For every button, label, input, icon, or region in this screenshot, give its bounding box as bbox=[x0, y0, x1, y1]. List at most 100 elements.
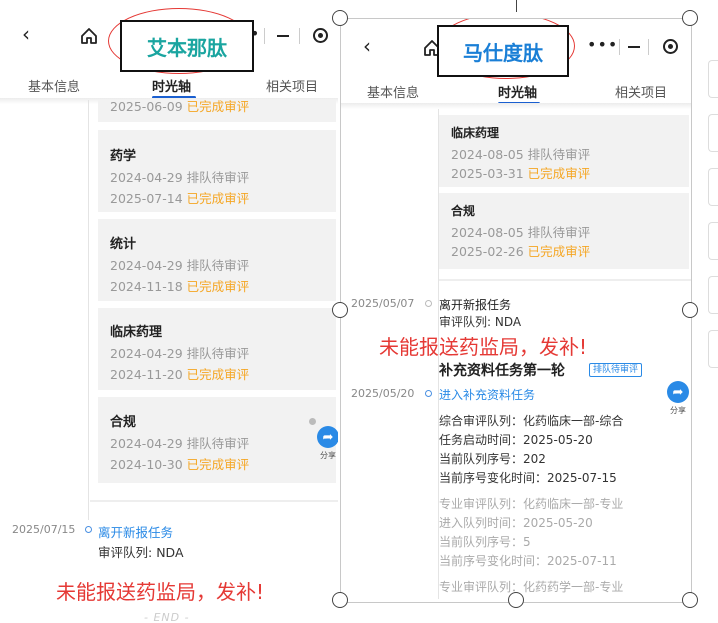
card-line: 2024-11-20 已完成审评 bbox=[110, 364, 249, 383]
tab-basic-info[interactable]: 基本信息 bbox=[367, 82, 419, 101]
status-queued: 排队待审评 bbox=[186, 258, 250, 273]
right-phone-screen: ‹ ••• 马仕度肽 基本信息 时光轴 相关项目 临床药理 2024-08-05… bbox=[340, 18, 692, 603]
side-tool[interactable] bbox=[708, 60, 718, 98]
share-label: 分享 bbox=[670, 406, 686, 415]
review-card-statistics: 统计 2024-04-29 排队待审评 2024-11-18 已完成审评 bbox=[98, 219, 336, 301]
share-button[interactable]: ➦ 分享 bbox=[317, 426, 338, 461]
status-queued: 排队待审评 bbox=[527, 225, 591, 240]
date: 2024-08-05 bbox=[451, 225, 524, 240]
queue-line: 审评队列: NDA bbox=[98, 542, 184, 561]
review-card: 2025-06-09 已完成审评 bbox=[98, 99, 336, 122]
card-line: 2024-11-18 已完成审评 bbox=[110, 276, 249, 295]
tab-related-projects[interactable]: 相关项目 bbox=[615, 82, 667, 101]
minimize-icon[interactable] bbox=[277, 35, 289, 37]
close-miniprogram-icon[interactable] bbox=[313, 28, 328, 43]
queue-label: 审评队列: bbox=[439, 315, 492, 329]
tab-related-projects[interactable]: 相关项目 bbox=[266, 76, 318, 95]
tab-basic-info[interactable]: 基本信息 bbox=[28, 76, 80, 95]
event-title: 离开新报任务 bbox=[439, 298, 512, 312]
status-done: 已完成审评 bbox=[186, 191, 250, 206]
back-icon[interactable]: ‹ bbox=[22, 22, 30, 46]
date: 2025-07-14 bbox=[110, 191, 183, 206]
card-line: 2025-07-14 已完成审评 bbox=[110, 188, 249, 207]
section-title: 补充资料任务第一轮 bbox=[439, 363, 565, 379]
detail-line: 当前序号变化时间：2025-07-11 bbox=[439, 554, 617, 568]
back-icon[interactable]: ‹ bbox=[363, 34, 371, 58]
resize-handle-left[interactable] bbox=[332, 302, 348, 318]
card-line: 2024-10-30 已完成审评 bbox=[110, 454, 249, 473]
status-queued: 排队待审评 bbox=[186, 346, 250, 361]
date: 2024-11-18 bbox=[110, 279, 183, 294]
divider bbox=[619, 39, 620, 55]
status-done: 已完成审评 bbox=[186, 99, 250, 114]
queue-value: NDA bbox=[494, 315, 522, 329]
resize-handle-top-left[interactable] bbox=[332, 10, 348, 26]
status-queued: 排队待审评 bbox=[527, 147, 591, 162]
card-line: 2024-08-05 排队待审评 bbox=[451, 144, 590, 163]
date: 2025-06-09 bbox=[110, 99, 183, 114]
card-line: 2024-04-29 排队待审评 bbox=[110, 433, 249, 452]
card-title: 临床药理 bbox=[451, 126, 500, 140]
resize-handle-bottom-left[interactable] bbox=[332, 592, 348, 608]
side-tool[interactable] bbox=[708, 114, 718, 152]
detail-line: 当前序号变化时间：2025-07-15 bbox=[439, 471, 617, 485]
tab-divider bbox=[341, 103, 691, 109]
event-date: 2025/07/15 bbox=[12, 523, 76, 536]
review-card-pharmacy: 药学 2024-04-29 排队待审评 2025-07-14 已完成审评 bbox=[98, 130, 336, 212]
resize-handle-bottom[interactable] bbox=[508, 592, 524, 608]
detail-line: 专业审评队列：化药药学一部-专业 bbox=[439, 580, 624, 594]
card-line: 2024-04-29 排队待审评 bbox=[110, 167, 249, 186]
close-miniprogram-icon[interactable] bbox=[663, 39, 678, 54]
queue-value: NDA bbox=[156, 545, 184, 560]
side-tool[interactable] bbox=[708, 276, 718, 314]
share-button[interactable]: ➦ 分享 bbox=[667, 381, 689, 416]
side-toolbar bbox=[700, 30, 718, 370]
section-divider bbox=[439, 279, 691, 281]
card-title: 药学 bbox=[110, 149, 137, 164]
date: 2025-03-31 bbox=[451, 166, 524, 181]
page-title: 艾本那肽 bbox=[120, 20, 254, 72]
card-line: 2025-02-26 已完成审评 bbox=[451, 241, 590, 260]
date: 2024-04-29 bbox=[110, 258, 183, 273]
side-tool[interactable] bbox=[708, 330, 718, 368]
detail-line: 当前队列序号：5 bbox=[439, 535, 531, 549]
review-card-clinical-pharmacology: 临床药理 2024-04-29 排队待审评 2024-11-20 已完成审评 bbox=[98, 308, 336, 390]
event-date: 2025/05/20 bbox=[351, 387, 415, 400]
side-tool[interactable] bbox=[708, 222, 718, 260]
rotate-handle-line bbox=[516, 0, 517, 12]
divider bbox=[264, 28, 265, 44]
card-title: 合规 bbox=[110, 415, 137, 430]
card-line: 2024-08-05 排队待审评 bbox=[451, 222, 590, 241]
divider bbox=[299, 28, 300, 44]
home-icon[interactable] bbox=[80, 27, 98, 45]
queue-label: 审评队列: bbox=[98, 545, 153, 560]
share-icon: ➦ bbox=[667, 381, 689, 403]
share-close-dot[interactable] bbox=[309, 418, 316, 425]
event-title: 进入补充资料任务 bbox=[439, 388, 536, 402]
tab-timeline[interactable]: 时光轴 bbox=[152, 76, 191, 95]
timeline-line bbox=[88, 100, 89, 520]
resize-handle-right[interactable] bbox=[682, 302, 698, 318]
detail-line: 任务启动时间：2025-05-20 bbox=[439, 433, 593, 447]
tab-timeline[interactable]: 时光轴 bbox=[498, 82, 537, 101]
resize-handle-bottom-right[interactable] bbox=[682, 592, 698, 608]
review-card-compliance: 合规 2024-08-05 排队待审评 2025-02-26 已完成审评 bbox=[439, 193, 689, 269]
status-done: 已完成审评 bbox=[186, 457, 250, 472]
review-card-clinical-pharmacology: 临床药理 2024-08-05 排队待审评 2025-03-31 已完成审评 bbox=[439, 115, 689, 187]
status-queued: 排队待审评 bbox=[186, 436, 250, 451]
timeline-dot bbox=[425, 300, 432, 307]
detail-line: 进入队列时间：2025-05-20 bbox=[439, 516, 593, 530]
timeline-dot bbox=[85, 526, 92, 533]
side-tool[interactable] bbox=[708, 168, 718, 206]
card-line: 2024-04-29 排队待审评 bbox=[110, 255, 249, 274]
event-date: 2025/05/07 bbox=[351, 297, 415, 310]
left-phone-screen: ‹ • 艾本那肽 基本信息 时光轴 相关项目 2025-06-09 已完成审评 … bbox=[0, 0, 338, 623]
card-line: 2025-06-09 已完成审评 bbox=[110, 96, 249, 115]
minimize-icon[interactable] bbox=[628, 46, 640, 48]
timeline-dot bbox=[425, 390, 432, 397]
card-title: 临床药理 bbox=[110, 325, 163, 340]
status-queued: 排队待审评 bbox=[186, 170, 250, 185]
more-menu-icon[interactable]: ••• bbox=[587, 35, 618, 54]
resize-handle-top-right[interactable] bbox=[682, 10, 698, 26]
detail-line: 综合审评队列：化药临床一部-综合 bbox=[439, 414, 624, 428]
